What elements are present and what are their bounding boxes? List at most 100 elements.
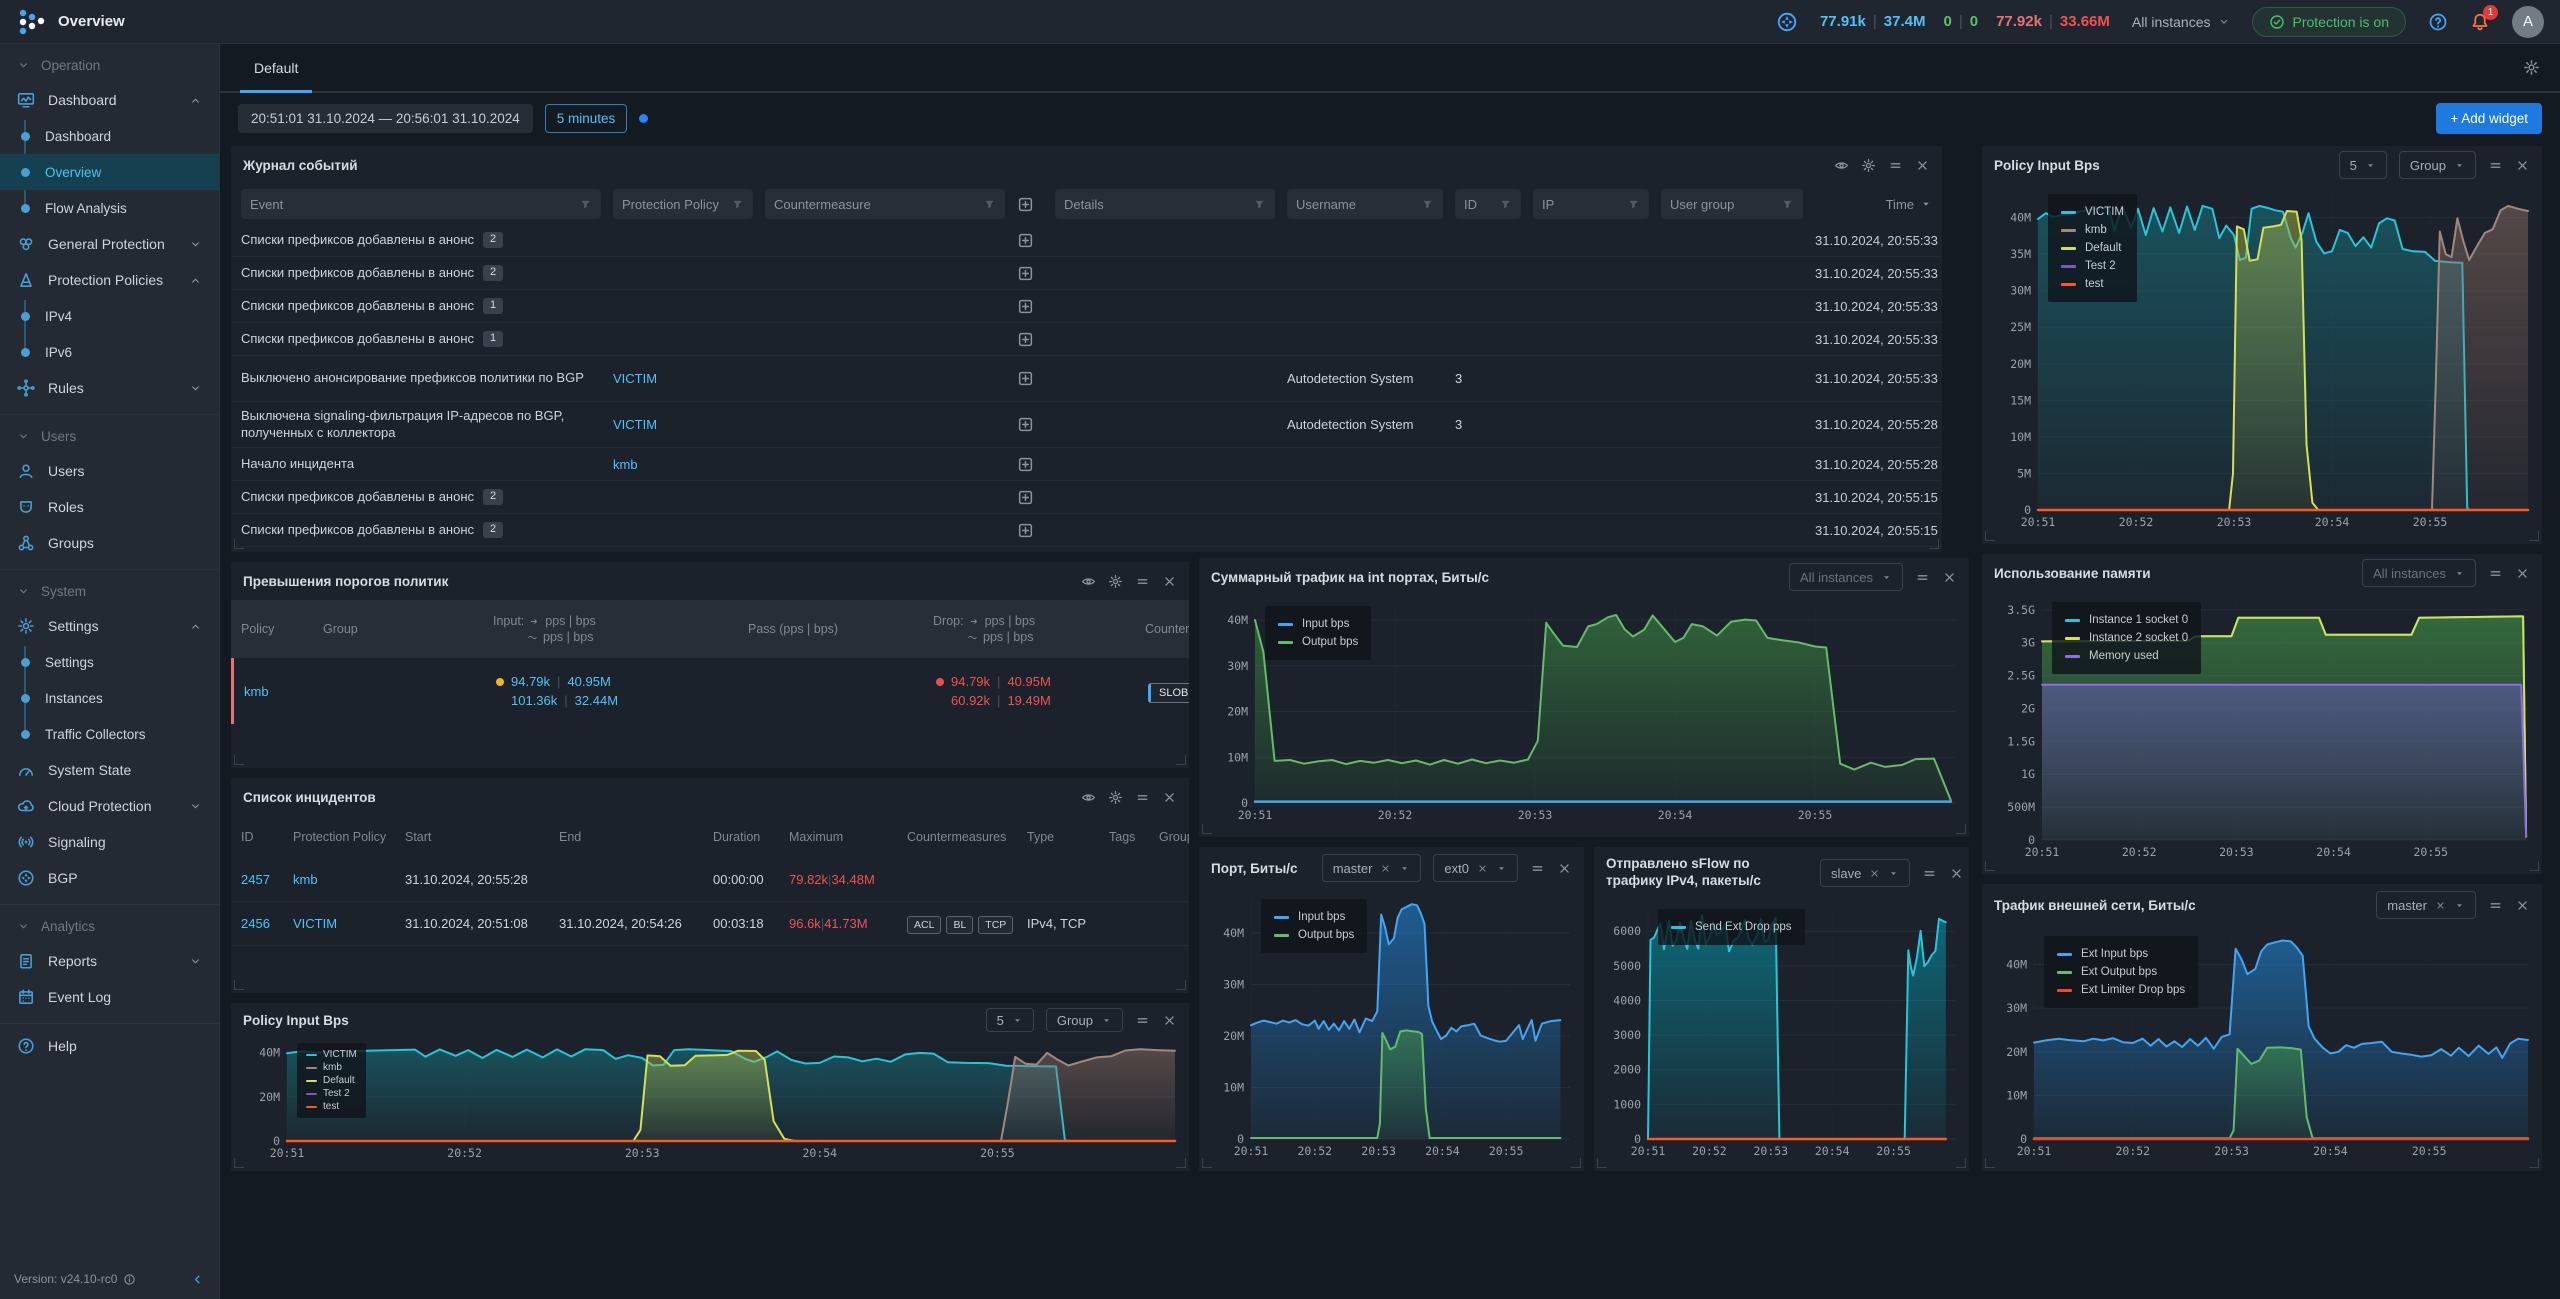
legend-item-input-bps[interactable]: Input bps bbox=[1274, 908, 1354, 926]
event-row[interactable]: Списки префиксов добавлены в анонс2 31.1… bbox=[231, 224, 1942, 257]
legend-item-output-bps[interactable]: Output bps bbox=[1278, 633, 1358, 651]
instances-select[interactable]: All instances bbox=[1789, 563, 1903, 591]
legend-item-kmb[interactable]: kmb bbox=[306, 1061, 357, 1074]
thresholds-row[interactable]: kmb 94.79k|40.95M 101.36k|32.44M 94.79k|… bbox=[231, 658, 1189, 724]
legend-item-instance-2-socket-0[interactable]: Instance 2 socket 0 bbox=[2065, 629, 2188, 647]
menu-icon[interactable] bbox=[1530, 861, 1545, 876]
protection-status-badge[interactable]: Protection is on bbox=[2252, 7, 2407, 37]
menu-icon[interactable] bbox=[1888, 158, 1903, 173]
legend-item-instance-1-socket-0[interactable]: Instance 1 socket 0 bbox=[2065, 611, 2188, 629]
menu-icon[interactable] bbox=[2488, 158, 2503, 173]
legend-item-ext-output-bps[interactable]: Ext Output bps bbox=[2057, 963, 2185, 981]
expand-details-button[interactable] bbox=[1017, 232, 1043, 249]
menu-icon[interactable] bbox=[1135, 574, 1150, 589]
sidebar-item-event-log[interactable]: Event Log bbox=[0, 979, 219, 1015]
incident-id-link[interactable]: 2457 bbox=[241, 872, 270, 887]
instances-select[interactable]: All instances bbox=[2362, 559, 2476, 587]
user-avatar[interactable]: A bbox=[2512, 6, 2544, 38]
sidebar-item-ipv6[interactable]: IPv6 bbox=[0, 334, 219, 370]
add-widget-button[interactable]: + Add widget bbox=[2436, 103, 2542, 134]
sidebar-item-dashboard[interactable]: Dashboard bbox=[0, 82, 219, 118]
close-icon[interactable] bbox=[1162, 574, 1177, 589]
expand-details-button[interactable] bbox=[1017, 265, 1043, 282]
sidebar-section-operation[interactable]: Operation bbox=[0, 48, 219, 82]
filter-event[interactable]: Event bbox=[241, 189, 601, 219]
sidebar-item-settings[interactable]: Settings bbox=[0, 644, 219, 680]
filter-id[interactable]: ID bbox=[1455, 189, 1521, 219]
sidebar-item-flow-analysis[interactable]: Flow Analysis bbox=[0, 190, 219, 226]
event-row[interactable]: Списки префиксов добавлены в анонс1 31.1… bbox=[231, 290, 1942, 323]
legend-item-input-bps[interactable]: Input bps bbox=[1278, 615, 1358, 633]
count-select[interactable]: 5 bbox=[986, 1008, 1034, 1032]
incident-row[interactable]: 2456 VICTIM 31.10.2024, 20:51:08 31.10.2… bbox=[231, 902, 1189, 946]
close-icon[interactable] bbox=[1915, 158, 1930, 173]
eye-icon[interactable] bbox=[1081, 790, 1096, 805]
sidebar-item-protection-policies[interactable]: Protection Policies bbox=[0, 262, 219, 298]
eye-icon[interactable] bbox=[1081, 574, 1096, 589]
legend-item-test-2[interactable]: Test 2 bbox=[306, 1087, 357, 1100]
sidebar-collapse-button[interactable] bbox=[190, 1272, 205, 1287]
legend-item-ext-input-bps[interactable]: Ext Input bps bbox=[2057, 945, 2185, 963]
event-row[interactable]: Списки префиксов добавлены в анонс2 31.1… bbox=[231, 481, 1942, 514]
policy-link[interactable]: kmb bbox=[293, 872, 318, 887]
count-select[interactable]: 5 bbox=[2339, 151, 2387, 179]
close-icon[interactable] bbox=[1942, 570, 1957, 585]
bgp-status-icon[interactable] bbox=[1776, 11, 1798, 33]
memory-usage-chart[interactable]: 20:5120:5220:5320:5420:550500M1G1.5G2G2.… bbox=[1990, 592, 2534, 862]
sidebar-item-instances[interactable]: Instances bbox=[0, 680, 219, 716]
menu-icon[interactable] bbox=[1135, 790, 1150, 805]
event-row[interactable]: Выключено анонсирование префиксов полити… bbox=[231, 356, 1942, 402]
incident-row[interactable]: 2457 kmb 31.10.2024, 20:55:28 00:00:00 7… bbox=[231, 858, 1189, 902]
sidebar-item-system-state[interactable]: System State bbox=[0, 752, 219, 788]
close-icon[interactable] bbox=[1949, 866, 1964, 881]
group-select[interactable]: Group bbox=[1046, 1008, 1123, 1032]
sflow-chip-slave[interactable]: slave bbox=[1820, 859, 1910, 887]
close-icon[interactable] bbox=[1557, 861, 1572, 876]
sidebar-item-signaling[interactable]: Signaling bbox=[0, 824, 219, 860]
filter-details[interactable]: Details bbox=[1055, 189, 1275, 219]
sidebar-item-help[interactable]: Help bbox=[0, 1028, 219, 1064]
event-row[interactable]: Списки префиксов добавлены в анонс2 31.1… bbox=[231, 257, 1942, 290]
expand-details-button[interactable] bbox=[1017, 331, 1043, 348]
filter-user-group[interactable]: User group bbox=[1661, 189, 1803, 219]
expand-details-button[interactable] bbox=[1017, 522, 1043, 539]
legend-item-send-ext-drop-pps[interactable]: Send Ext Drop pps bbox=[1671, 918, 1792, 936]
sidebar-section-users[interactable]: Users bbox=[0, 419, 219, 453]
incident-id-link[interactable]: 2456 bbox=[241, 916, 270, 931]
group-select[interactable]: Group bbox=[2399, 151, 2476, 179]
legend-item-output-bps[interactable]: Output bps bbox=[1274, 926, 1354, 944]
legend-item-test[interactable]: test bbox=[306, 1100, 357, 1113]
expand-details-button[interactable] bbox=[1017, 370, 1043, 387]
expand-details-button[interactable] bbox=[1017, 489, 1043, 506]
notifications-bell-icon[interactable]: 1 bbox=[2470, 12, 2490, 32]
legend-item-default[interactable]: Default bbox=[306, 1074, 357, 1087]
ext-chip-master[interactable]: master bbox=[2376, 891, 2476, 919]
live-indicator-dot[interactable] bbox=[639, 114, 648, 123]
eye-icon[interactable] bbox=[1834, 158, 1849, 173]
countermeasure-badge[interactable]: BL bbox=[946, 916, 973, 934]
legend-item-default[interactable]: Default bbox=[2061, 239, 2124, 257]
info-icon[interactable] bbox=[123, 1273, 136, 1286]
sidebar-item-groups[interactable]: Groups bbox=[0, 525, 219, 561]
legend-item-test-2[interactable]: Test 2 bbox=[2061, 257, 2124, 275]
filter-countermeasure[interactable]: Countermeasure bbox=[765, 189, 1005, 219]
filter-protection-policy[interactable]: Protection Policy bbox=[613, 189, 753, 219]
dashboard-settings-gear-icon[interactable] bbox=[2523, 59, 2540, 76]
sidebar-item-cloud-protection[interactable]: Cloud Protection bbox=[0, 788, 219, 824]
sidebar-item-settings[interactable]: Settings bbox=[0, 608, 219, 644]
menu-icon[interactable] bbox=[1915, 570, 1930, 585]
filter-username[interactable]: Username bbox=[1287, 189, 1443, 219]
legend-item-ext-limiter-drop-bps[interactable]: Ext Limiter Drop bps bbox=[2057, 981, 2185, 999]
menu-icon[interactable] bbox=[1135, 1013, 1150, 1028]
legend-item-victim[interactable]: VICTIM bbox=[306, 1048, 357, 1061]
close-icon[interactable] bbox=[1162, 1013, 1177, 1028]
close-icon[interactable] bbox=[2515, 158, 2530, 173]
sidebar-item-users[interactable]: Users bbox=[0, 453, 219, 489]
expand-details-button[interactable] bbox=[1017, 456, 1043, 473]
sidebar-item-dashboard[interactable]: Dashboard bbox=[0, 118, 219, 154]
instances-dropdown[interactable]: All instances bbox=[2132, 14, 2230, 30]
countermeasure-badge[interactable]: TCP bbox=[978, 916, 1013, 934]
column-time-sort[interactable]: Time bbox=[1815, 197, 1932, 212]
port-chip-master[interactable]: master bbox=[1322, 854, 1422, 882]
menu-icon[interactable] bbox=[2488, 566, 2503, 581]
